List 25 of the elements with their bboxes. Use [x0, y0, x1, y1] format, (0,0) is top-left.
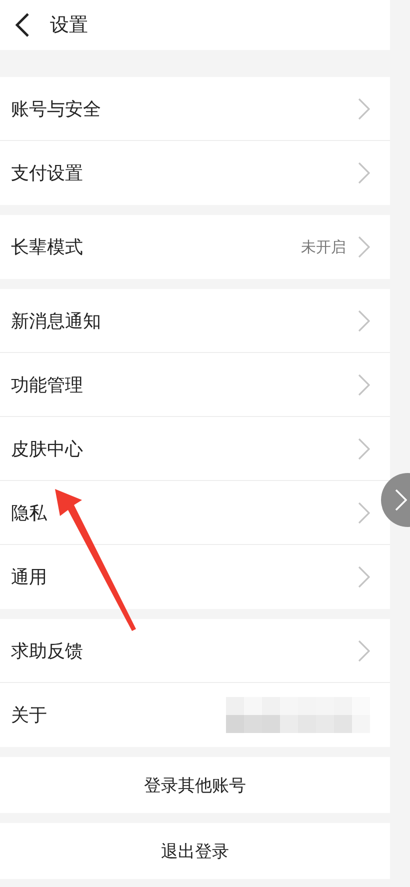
- row-label: 长辈模式: [11, 236, 84, 259]
- row-label: 新消息通知: [11, 310, 102, 332]
- chevron-icon: [358, 310, 370, 332]
- row-label: 支付设置: [11, 162, 84, 185]
- chevron-icon: [358, 374, 370, 396]
- status-text: 未开启: [301, 238, 346, 256]
- row-label: 皮肤中心: [11, 438, 84, 460]
- action-button[interactable]: 退出登录: [0, 823, 390, 879]
- back-icon[interactable]: [14, 12, 30, 38]
- action-button[interactable]: 登录其他账号: [0, 757, 390, 813]
- chevron-icon: [395, 489, 407, 511]
- row-label: 隐私: [11, 502, 48, 524]
- chevron-icon: [358, 98, 370, 120]
- chevron-icon: [358, 236, 370, 258]
- row-label: 关于: [11, 704, 48, 727]
- row-label: 通用: [11, 566, 48, 589]
- chevron-icon: [358, 640, 370, 662]
- row-label: 功能管理: [11, 374, 84, 396]
- page-title: 设置: [50, 13, 88, 38]
- row-label: 账号与安全: [11, 98, 102, 120]
- chevron-icon: [358, 438, 370, 460]
- chevron-icon: [358, 162, 370, 184]
- chevron-icon: [358, 566, 370, 588]
- row-label: 求助反馈: [11, 640, 84, 662]
- chevron-icon: [358, 502, 370, 524]
